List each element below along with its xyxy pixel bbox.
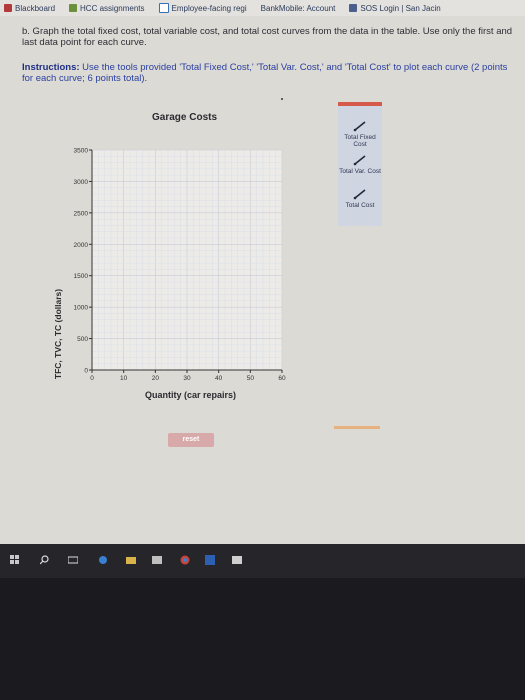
page-content: b. Graph the total fixed cost, total var… (0, 16, 525, 544)
y-tick-label: 500 (77, 336, 88, 343)
bookmark-hcc[interactable]: HCC assignments (69, 4, 145, 13)
y-tick-label: 3500 (74, 148, 89, 155)
tool-palette: Total Fixed Cost Total Var. Cost Total C… (338, 102, 382, 226)
chrome-icon[interactable] (180, 555, 190, 565)
store-icon[interactable] (152, 555, 162, 565)
instructions: Instructions: Use the tools provided 'To… (22, 62, 512, 84)
x-tick-label: 10 (120, 375, 128, 382)
x-axis-label: Quantity (car repairs) (145, 390, 237, 400)
y-axis-label: TFC, TVC, TC (dollars) (53, 288, 63, 380)
line-tool-icon (353, 155, 366, 166)
blackboard-icon (4, 4, 12, 12)
chart-title: Garage Costs (152, 112, 218, 123)
line-tool-icon (353, 189, 366, 200)
x-tick-label: 20 (152, 375, 160, 382)
search-icon[interactable] (40, 555, 50, 565)
y-tick-label: 0 (84, 368, 88, 375)
edge-icon[interactable] (98, 555, 108, 565)
x-tick-label: 0 (90, 375, 94, 382)
y-tick-label: 2000 (74, 242, 89, 249)
question-text: b. Graph the total fixed cost, total var… (22, 26, 513, 48)
bookmark-employee[interactable]: Employee-facing regi (158, 3, 247, 13)
bookmark-sos[interactable]: SOS Login | San Jacin (349, 4, 441, 13)
word-icon[interactable] (205, 555, 215, 565)
cursor-dot (281, 98, 283, 100)
y-tick-label: 2500 (74, 210, 89, 217)
x-tick-label: 60 (278, 375, 286, 382)
windows-icon[interactable] (10, 555, 20, 565)
tool-label: Total Cost (345, 202, 375, 209)
instructions-label: Instructions: (22, 62, 80, 73)
tool-total-cost[interactable]: Total Cost (338, 188, 382, 209)
tool-label: Total Fixed Cost (344, 134, 376, 148)
y-tick-label: 1000 (74, 305, 89, 312)
x-tick-label: 50 (247, 375, 255, 382)
divider-line (334, 426, 380, 429)
bookmark-blackboard[interactable]: Blackboard (4, 4, 55, 13)
file-explorer-icon[interactable] (126, 555, 136, 565)
photos-icon[interactable] (232, 555, 242, 565)
sos-icon (349, 4, 358, 12)
document-icon (158, 3, 169, 13)
task-view-icon[interactable] (68, 555, 78, 565)
line-tool-icon (353, 121, 366, 132)
tool-total-var-cost[interactable]: Total Var. Cost (338, 154, 382, 175)
x-tick-label: 40 (215, 375, 223, 382)
bookmarks-bar: Blackboard HCC assignments Employee-faci… (0, 0, 525, 16)
y-tick-label: 3000 (74, 179, 89, 186)
y-tick-label: 1500 (74, 273, 89, 280)
instructions-text: Use the tools provided 'Total Fixed Cost… (22, 62, 508, 84)
desk-surface (0, 578, 525, 700)
graph-area[interactable]: 0 500 1000 1500 2000 2500 3000 3500 0 10 20 30 40 50 6… (50, 144, 290, 384)
hcc-icon (69, 4, 78, 12)
tool-label: Total Var. Cost (339, 168, 381, 175)
x-tick-label: 30 (183, 375, 191, 382)
bookmark-bankmobile[interactable]: BankMobile: Account (261, 4, 336, 13)
taskbar (0, 544, 525, 578)
reset-button[interactable]: reset (168, 433, 214, 447)
palette-header (338, 102, 382, 106)
tool-total-fixed-cost[interactable]: Total Fixed Cost (338, 120, 382, 148)
